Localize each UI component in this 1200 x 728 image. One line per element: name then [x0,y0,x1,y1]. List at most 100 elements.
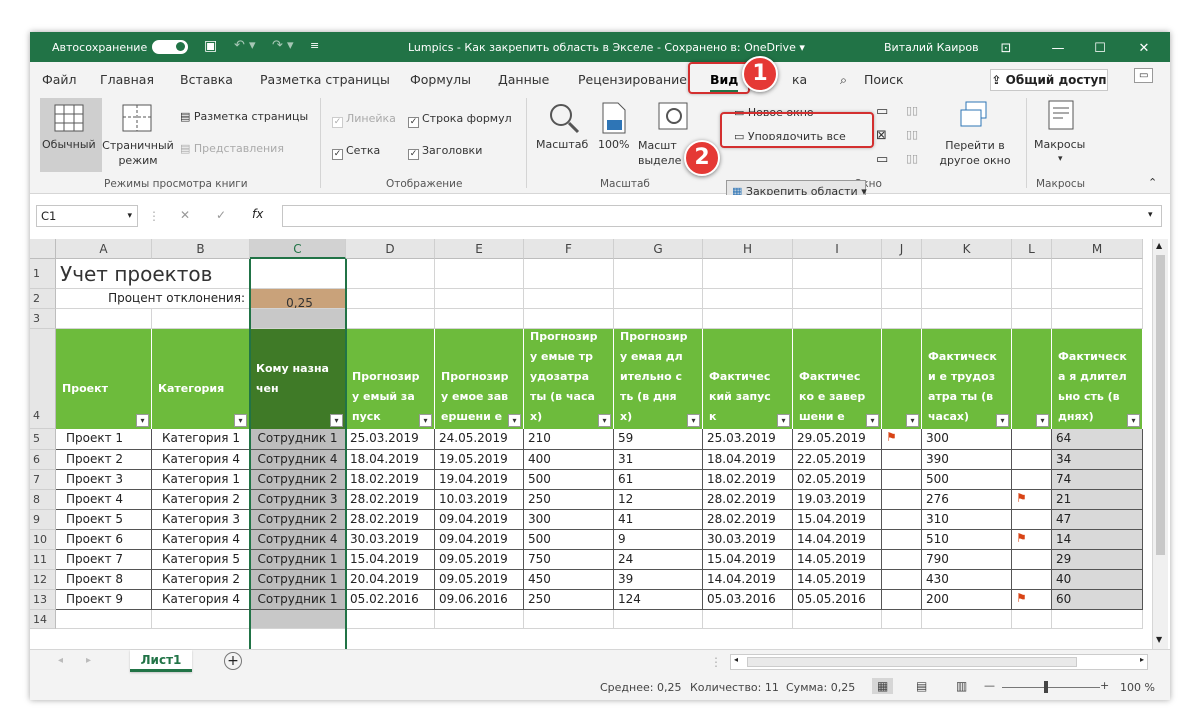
hscroll-thumb[interactable] [747,657,1077,667]
scroll-thumb[interactable] [1156,255,1165,555]
filter-dropdown-icon[interactable]: ▾ [906,414,919,427]
add-sheet-icon[interactable]: + [224,652,242,670]
view-side-by-side-icon[interactable]: ▯▯ [906,104,918,117]
zoom-label[interactable]: Масштаб [536,138,588,151]
maximize-icon[interactable]: ☐ [1090,41,1110,56]
table-cell[interactable]: 25.03.2019 [703,429,793,450]
table-cell[interactable]: Категория 4 [152,590,250,610]
page-break-label[interactable]: Страничный режим [102,138,174,168]
sheet-tab[interactable]: Лист1 [130,650,192,672]
table-cell[interactable]: 510 [922,530,1012,550]
table-cell[interactable]: 18.02.2019 [346,470,435,490]
grid-cell[interactable] [703,289,793,309]
table-cell[interactable]: 15.04.2019 [346,550,435,570]
row-header-11[interactable]: 11 [30,550,56,570]
row-header-12[interactable]: 12 [30,570,56,590]
table-cell[interactable]: 28.02.2019 [703,510,793,530]
row-header-8[interactable]: 8 [30,490,56,510]
autosave-toggle[interactable] [152,40,188,54]
grid-cell[interactable] [435,259,524,289]
table-cell[interactable]: Сотрудник 1 [250,550,346,570]
grid-cell[interactable] [1012,259,1052,289]
prev-sheet-icon[interactable]: ◂ [58,655,63,666]
table-cell[interactable]: 12 [614,490,703,510]
table-cell[interactable]: 64 [1052,429,1143,450]
ruler-checkbox[interactable]: ✓ Линейка [332,112,396,128]
table-cell[interactable] [882,490,922,510]
insert-function-icon[interactable]: fx [252,207,263,221]
grid-cell[interactable] [703,259,793,289]
filter-dropdown-icon[interactable]: ▾ [136,414,149,427]
row-header-1[interactable]: 1 [30,259,56,289]
table-cell[interactable]: 790 [922,550,1012,570]
column-header-a[interactable]: A [56,239,152,259]
table-cell[interactable] [1012,510,1052,530]
scroll-down-icon[interactable]: ▼ [1156,635,1162,644]
table-cell[interactable]: 15.04.2019 [793,510,882,530]
table-cell[interactable]: 18.04.2019 [703,450,793,470]
share-button[interactable]: ⇪ Общий доступ [990,69,1108,91]
table-cell[interactable]: 34 [1052,450,1143,470]
table-cell[interactable]: 14.04.2019 [703,570,793,590]
table-cell[interactable]: 28.02.2019 [346,510,435,530]
normal-view-status-icon[interactable]: ▦ [872,678,894,694]
column-header-j[interactable]: J [882,239,922,259]
table-cell[interactable]: 40 [1052,570,1143,590]
column-header-d[interactable]: D [346,239,435,259]
macros-label[interactable]: Макросы [1034,138,1085,151]
zoom-out-icon[interactable]: — [984,679,995,692]
scroll-left-icon[interactable]: ◂ [734,655,738,664]
table-cell[interactable]: Сотрудник 1 [250,590,346,610]
vertical-scrollbar[interactable]: ▲ ▼ [1152,239,1168,649]
filter-dropdown-icon[interactable]: ▾ [1127,414,1140,427]
table-cell[interactable] [1012,550,1052,570]
table-cell[interactable]: 09.06.2016 [435,590,524,610]
table-cell[interactable]: 20.04.2019 [346,570,435,590]
table-cell[interactable]: Категория 3 [152,510,250,530]
zoom-100-icon[interactable] [602,102,626,134]
zoom-slider-thumb[interactable] [1044,681,1048,693]
table-cell[interactable]: 300 [524,510,614,530]
table-cell[interactable]: 10.03.2019 [435,490,524,510]
table-cell[interactable]: 05.03.2016 [703,590,793,610]
table-cell[interactable]: 19.03.2019 [793,490,882,510]
table-cell[interactable]: 18.02.2019 [703,470,793,490]
table-cell[interactable]: Сотрудник 3 [250,490,346,510]
table-cell[interactable]: Категория 2 [152,490,250,510]
grid-cell[interactable] [1012,289,1052,309]
filter-dropdown-icon[interactable]: ▾ [330,414,343,427]
row-header-14[interactable]: 14 [30,610,56,629]
grid-cell[interactable] [1052,309,1143,329]
formula-bar-checkbox[interactable]: ✓ Строка формул [408,112,512,128]
table-cell[interactable]: Категория 1 [152,429,250,450]
row-header-13[interactable]: 13 [30,590,56,610]
scroll-up-icon[interactable]: ▲ [1156,241,1162,250]
grid-cell[interactable] [346,610,435,629]
headings-checkbox[interactable]: ✓ Заголовки [408,144,482,160]
macros-icon[interactable] [1048,100,1078,132]
grid-cell[interactable] [524,259,614,289]
table-cell[interactable]: 74 [1052,470,1143,490]
row-header-9[interactable]: 9 [30,510,56,530]
grid-cell[interactable] [346,289,435,309]
zoom-100-label[interactable]: 100% [598,138,629,151]
table-cell[interactable]: 59 [614,429,703,450]
table-cell[interactable]: Проект 6 [56,530,152,550]
custom-views-button[interactable]: ▤ Представления [180,142,284,155]
table-cell[interactable]: 30.03.2019 [346,530,435,550]
row-header-7[interactable]: 7 [30,470,56,490]
grid-cell[interactable] [793,289,882,309]
ribbon-options-icon[interactable]: ⊡ [996,41,1016,56]
save-icon[interactable]: ▣ [204,38,217,54]
grid-cell[interactable] [793,610,882,629]
table-cell[interactable]: Сотрудник 1 [250,429,346,450]
table-cell[interactable]: 39 [614,570,703,590]
filter-dropdown-icon[interactable]: ▾ [598,414,611,427]
table-cell[interactable]: 24 [614,550,703,570]
grid-cell[interactable] [882,309,922,329]
table-cell[interactable]: 500 [922,470,1012,490]
zoom-selection-label[interactable]: Масшт выделе [638,138,682,170]
column-header-g[interactable]: G [614,239,703,259]
column-header-i[interactable]: I [793,239,882,259]
grid-cell[interactable] [435,289,524,309]
